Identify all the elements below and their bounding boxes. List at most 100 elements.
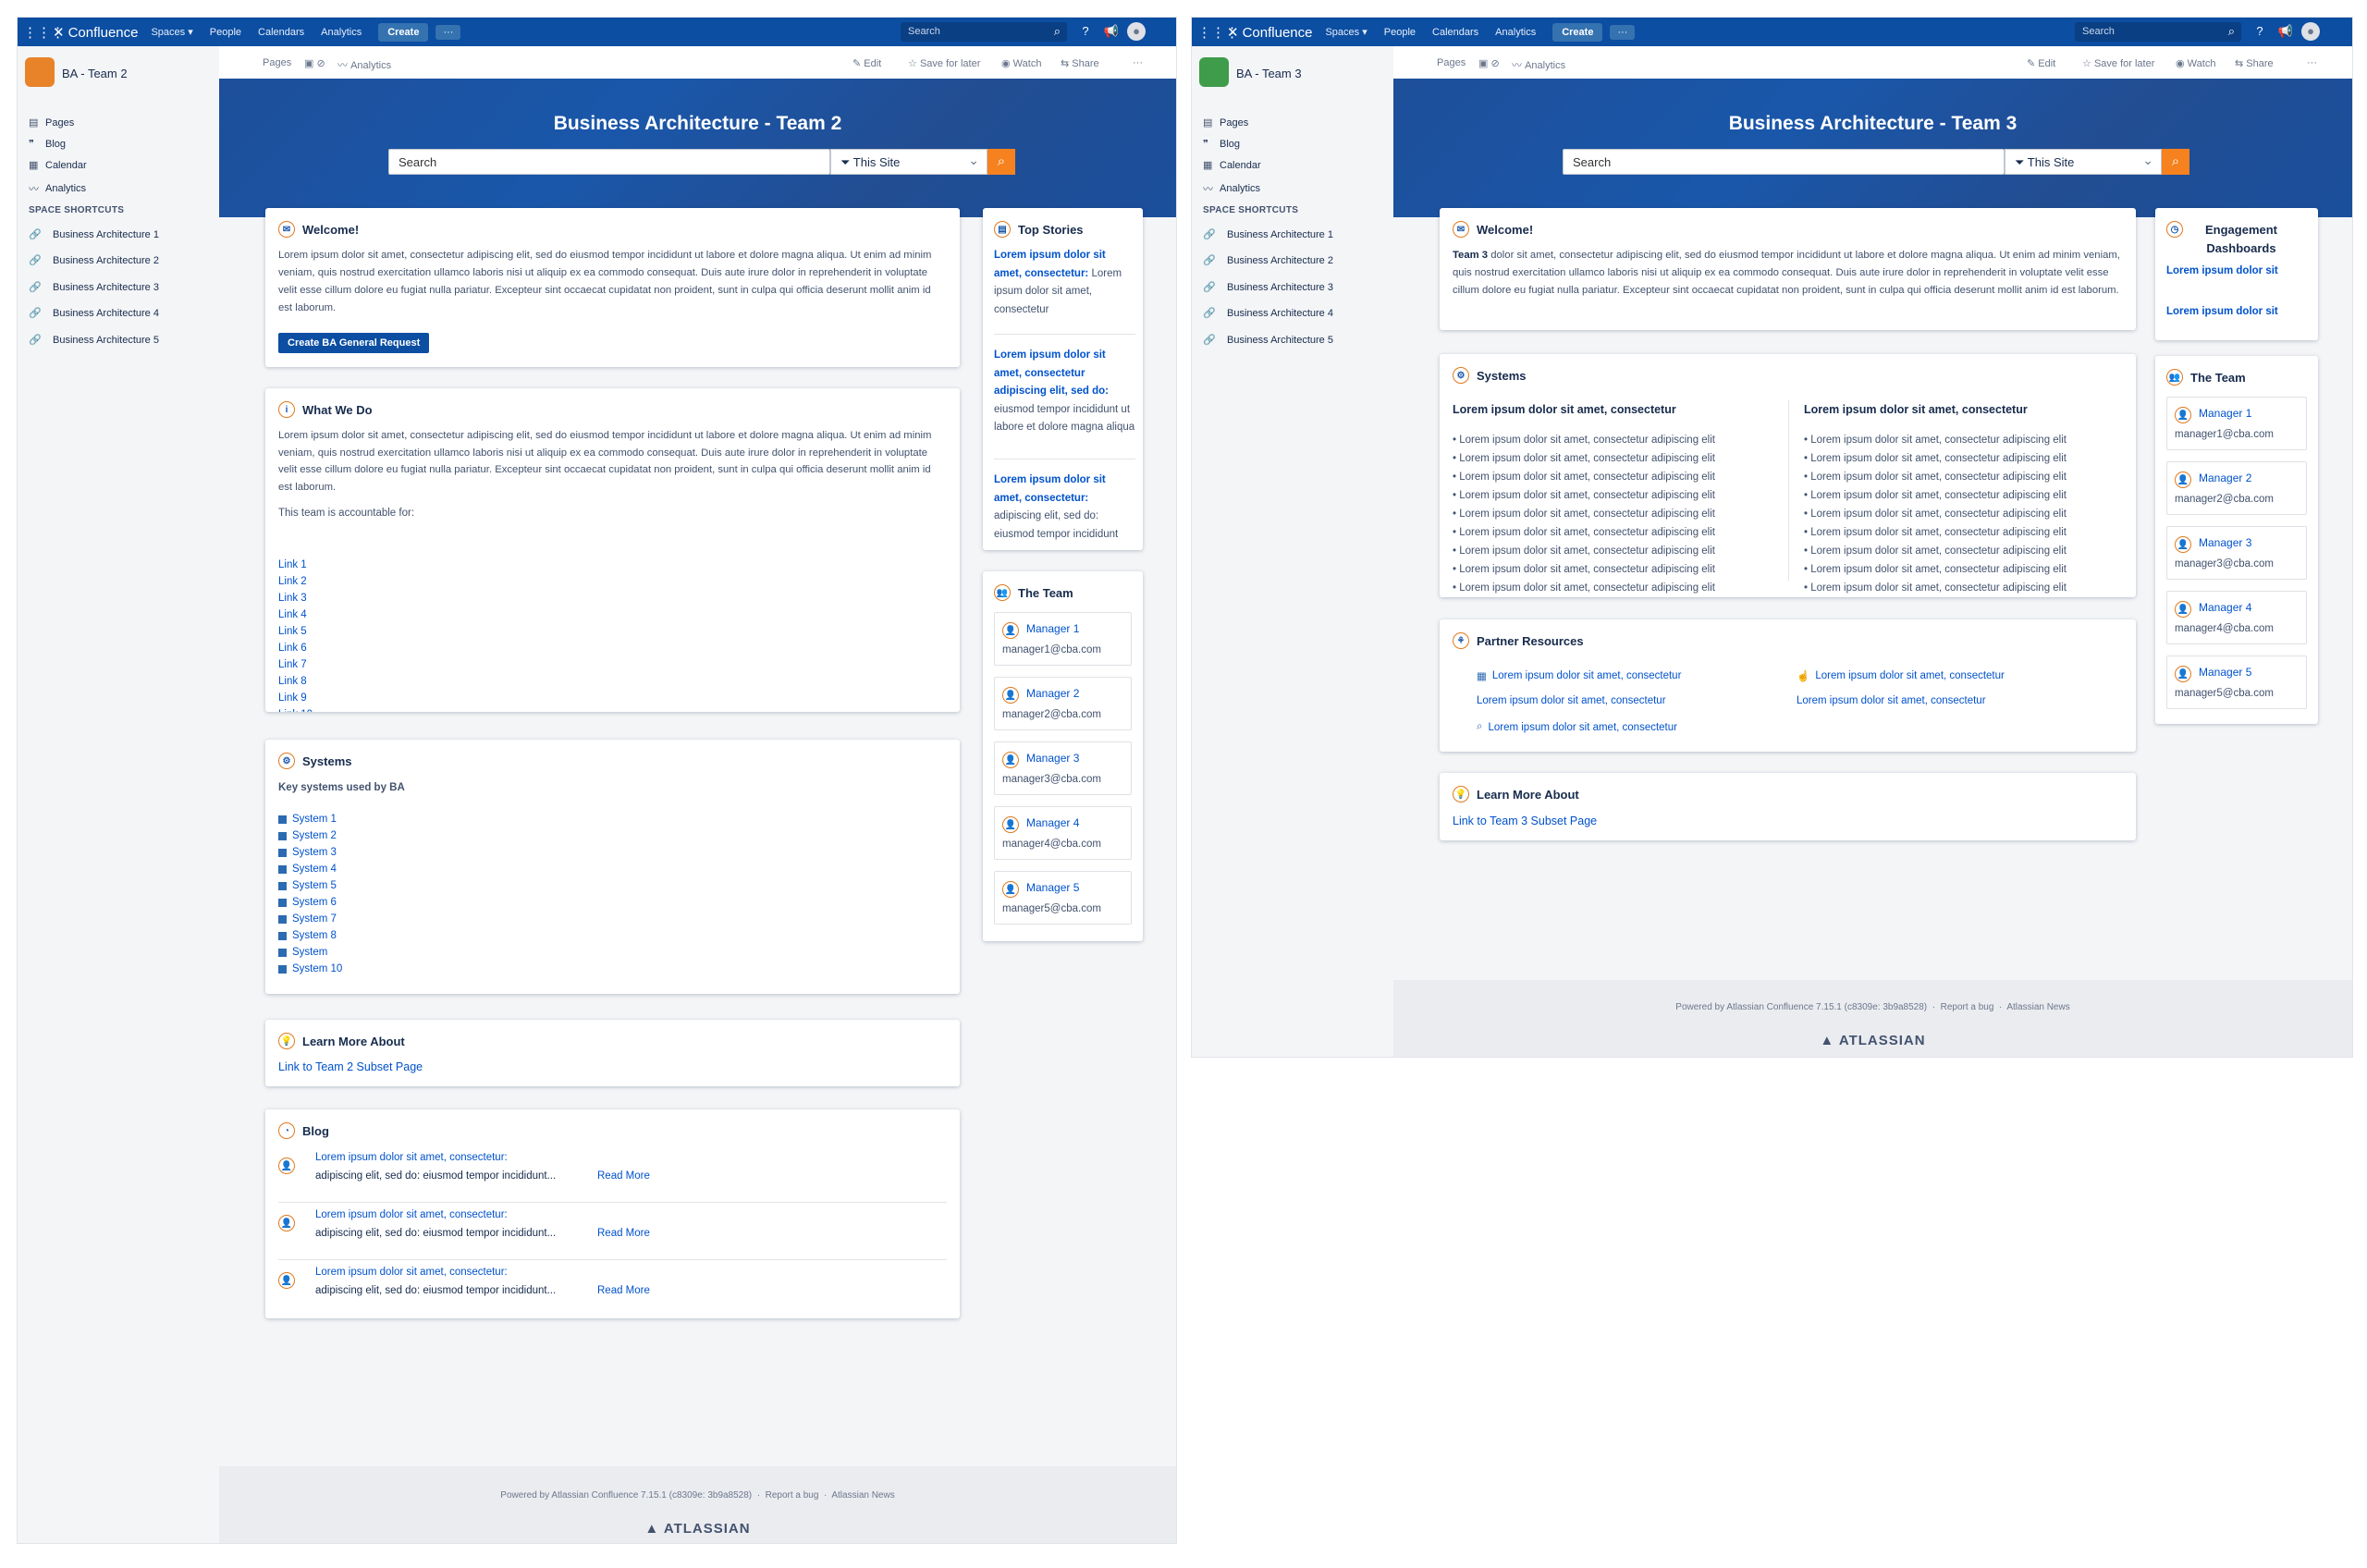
system-link[interactable]: System 6 [278, 897, 337, 908]
member-name-link[interactable]: Manager 5 [2199, 666, 2251, 679]
member-name-link[interactable]: Manager 5 [1026, 881, 1079, 894]
nav-calendars[interactable]: Calendars [1432, 27, 1478, 38]
story-headline[interactable]: Lorem ipsum dolor sit amet, consectetur: [994, 474, 1106, 504]
help-icon[interactable]: ? [1076, 22, 1095, 41]
shortcut-link-2[interactable]: 🔗 Business Architecture 2 [1203, 254, 1333, 267]
sidebar-item-calendar[interactable]: ▦ Calendar [29, 159, 87, 172]
partner-link-2[interactable]: ☝ Lorem ipsum dolor sit amet, consectetur [1797, 669, 2005, 682]
site-search-button[interactable]: ⌕ [987, 149, 1015, 175]
read-more-link[interactable]: Read More [597, 1228, 650, 1239]
create-button[interactable]: Create [1552, 22, 1603, 42]
accountable-link[interactable]: Link 10 [278, 709, 313, 712]
sidebar-item-pages[interactable]: ▤ Pages [29, 116, 74, 129]
shortcut-link-1[interactable]: 🔗 Business Architecture 1 [29, 228, 159, 241]
user-avatar[interactable]: ● [2301, 22, 2320, 41]
member-name-link[interactable]: Manager 3 [1026, 752, 1079, 765]
subset-page-link[interactable]: Link to Team 2 Subset Page [278, 1060, 423, 1073]
report-bug-link[interactable]: Report a bug [766, 1490, 819, 1501]
accountable-link[interactable]: Link 5 [278, 626, 307, 637]
shortcut-link-5[interactable]: 🔗 Business Architecture 5 [29, 334, 159, 347]
accountable-link[interactable]: Link 8 [278, 676, 307, 687]
space-logo-icon[interactable] [25, 57, 55, 87]
system-link[interactable]: System 3 [278, 847, 337, 858]
sidebar-item-blog[interactable]: ❞ Blog [1203, 138, 1240, 151]
nav-calendars[interactable]: Calendars [258, 27, 304, 38]
global-search-input[interactable]: Search ⌕ [2075, 22, 2241, 42]
page-tree-icon[interactable]: ▣ ⊘ [304, 57, 325, 69]
edit-button[interactable]: ✎ Edit [2027, 57, 2055, 69]
partner-link-4[interactable]: Lorem ipsum dolor sit amet, consectetur [1797, 695, 1986, 706]
space-name[interactable]: BA - Team 3 [1236, 67, 1302, 80]
atlassian-news-link[interactable]: Atlassian News [2006, 1002, 2069, 1012]
accountable-link[interactable]: Link 2 [278, 576, 307, 587]
read-more-link[interactable]: Read More [597, 1170, 650, 1182]
accountable-link[interactable]: Link 4 [278, 609, 307, 620]
breadcrumb-pages[interactable]: Pages [263, 57, 291, 68]
sidebar-item-analytics[interactable]: 〰 Analytics [29, 181, 86, 196]
nav-analytics[interactable]: Analytics [1495, 27, 1536, 38]
atlassian-logo[interactable]: ▲ ATLASSIAN [219, 1521, 1176, 1537]
create-request-button[interactable]: Create BA General Request [278, 333, 430, 353]
accountable-link[interactable]: Link 3 [278, 593, 307, 604]
nav-spaces[interactable]: Spaces ▾ [151, 26, 192, 38]
page-more-button[interactable]: ··· [2307, 57, 2317, 68]
app-switcher-icon[interactable]: ⋮⋮⋮ [1197, 24, 1239, 41]
partner-link-1[interactable]: ▦ Lorem ipsum dolor sit amet, consectetur [1477, 669, 1681, 682]
system-link[interactable]: System 10 [278, 963, 342, 974]
member-name-link[interactable]: Manager 4 [2199, 601, 2251, 614]
save-for-later-button[interactable]: ☆ Save for later [2082, 57, 2154, 69]
site-search-input[interactable]: Search [388, 149, 830, 175]
engagement-link-2[interactable]: Lorem ipsum dolor sit [2166, 306, 2278, 317]
partner-link-5[interactable]: ⌕ Lorem ipsum dolor sit amet, consectetur [1477, 721, 1677, 733]
site-search-button[interactable]: ⌕ [2162, 149, 2189, 175]
nav-spaces[interactable]: Spaces ▾ [1325, 26, 1367, 38]
blog-post-title[interactable]: Lorem ipsum dolor sit amet, consectetur: [315, 1152, 508, 1163]
atlassian-news-link[interactable]: Atlassian News [831, 1490, 894, 1501]
accountable-link[interactable]: Link 6 [278, 643, 307, 654]
page-tree-icon[interactable]: ▣ ⊘ [1478, 57, 1500, 69]
sidebar-item-analytics[interactable]: 〰 Analytics [1203, 181, 1260, 196]
sidebar-item-pages[interactable]: ▤ Pages [1203, 116, 1248, 129]
story-item[interactable]: Lorem ipsum dolor sit amet, consectetur … [994, 347, 1135, 437]
member-name-link[interactable]: Manager 4 [1026, 816, 1079, 829]
atlassian-logo[interactable]: ▲ ATLASSIAN [1393, 1033, 2352, 1048]
help-icon[interactable]: ? [2250, 22, 2269, 41]
engagement-link-1[interactable]: Lorem ipsum dolor sit [2166, 265, 2278, 276]
shortcut-link-3[interactable]: 🔗 Business Architecture 3 [29, 281, 159, 294]
confluence-logo[interactable]: ✕ Confluence [53, 24, 138, 41]
page-more-button[interactable]: ··· [1133, 57, 1143, 68]
search-scope-select[interactable]: ⏷ This Site ⌄ [830, 149, 987, 175]
create-button[interactable]: Create [378, 22, 429, 42]
read-more-link[interactable]: Read More [597, 1285, 650, 1296]
save-for-later-button[interactable]: ☆ Save for later [908, 57, 980, 69]
member-name-link[interactable]: Manager 2 [1026, 687, 1079, 700]
breadcrumb-pages[interactable]: Pages [1437, 57, 1466, 68]
watch-button[interactable]: ◉ Watch [1001, 57, 1041, 69]
system-link[interactable]: System 5 [278, 880, 337, 891]
report-bug-link[interactable]: Report a bug [1941, 1002, 1994, 1012]
shortcut-link-4[interactable]: 🔗 Business Architecture 4 [29, 307, 159, 320]
more-button[interactable]: ··· [1610, 24, 1636, 40]
shortcut-link-5[interactable]: 🔗 Business Architecture 5 [1203, 334, 1333, 347]
system-link[interactable]: System 4 [278, 864, 337, 875]
global-search-input[interactable]: Search ⌕ [901, 22, 1067, 42]
system-link[interactable]: System [278, 947, 327, 958]
breadcrumb-analytics[interactable]: 〰 Analytics [337, 57, 391, 72]
subset-page-link[interactable]: Link to Team 3 Subset Page [1453, 815, 1597, 827]
edit-button[interactable]: ✎ Edit [852, 57, 881, 69]
system-link[interactable]: System 7 [278, 913, 337, 925]
watch-button[interactable]: ◉ Watch [2176, 57, 2215, 69]
breadcrumb-analytics[interactable]: 〰 Analytics [1512, 57, 1565, 72]
accountable-link[interactable]: Link 7 [278, 659, 307, 670]
nav-people[interactable]: People [1384, 27, 1416, 38]
system-link[interactable]: System 8 [278, 930, 337, 941]
story-item[interactable]: Lorem ipsum dolor sit amet, consectetur:… [994, 472, 1135, 544]
blog-post-title[interactable]: Lorem ipsum dolor sit amet, consectetur: [315, 1209, 508, 1220]
confluence-logo[interactable]: ✕ Confluence [1227, 24, 1312, 41]
nav-analytics[interactable]: Analytics [321, 27, 362, 38]
notifications-icon[interactable]: 📢 [2276, 22, 2295, 41]
share-button[interactable]: ⇆ Share [1061, 57, 1099, 69]
search-scope-select[interactable]: ⏷ This Site ⌄ [2005, 149, 2162, 175]
more-button[interactable]: ··· [435, 24, 461, 40]
story-item[interactable]: Lorem ipsum dolor sit amet, consectetur:… [994, 247, 1135, 319]
